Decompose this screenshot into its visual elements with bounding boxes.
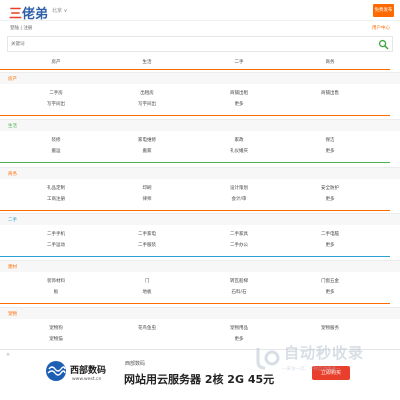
section-divider [0, 303, 390, 304]
city-selector[interactable]: 北京 ∨ [52, 7, 67, 14]
section-title[interactable]: 房产 [8, 76, 17, 82]
category-link[interactable]: 花鸟鱼虫 [138, 325, 156, 331]
login-register-links[interactable]: 登陆 | 注册 [10, 25, 32, 31]
section-title[interactable]: 建材 [8, 264, 17, 270]
category-link[interactable]: 写字间出 [47, 101, 65, 107]
category-link[interactable]: 出租房 [140, 90, 154, 96]
section-header: 商务 [0, 167, 400, 179]
category-link[interactable]: 印刷 [143, 185, 152, 191]
category-link[interactable]: 板 [54, 289, 59, 295]
category-link[interactable]: 石料/石 [231, 289, 246, 295]
category-link[interactable]: 地板 [143, 289, 152, 295]
category-link[interactable]: 门 [145, 278, 150, 284]
west-logo-icon [46, 361, 66, 381]
logo-part-2: 佬弟 [22, 7, 49, 22]
top-category-business[interactable]: 商务 [326, 59, 335, 65]
section-title[interactable]: 生活 [8, 123, 17, 129]
ad-small-text: 西部数码 [125, 361, 146, 367]
section-title[interactable]: 宠物 [8, 311, 17, 317]
section-title[interactable]: 商务 [8, 171, 17, 177]
divider-line [0, 69, 390, 70]
ad-headline: 网站用云服务器 2核 2G 45元 [124, 373, 275, 386]
category-link[interactable]: 搬运 [52, 148, 61, 154]
category-link[interactable]: 家政 [235, 137, 244, 143]
ad-banner[interactable]: × 西部数码 www.west.cn 西部数码 网站用云服务器 2核 2G 45… [0, 349, 400, 400]
category-link[interactable]: 门窗五金 [321, 278, 339, 284]
category-link[interactable]: 二手手机 [47, 231, 65, 237]
publish-button[interactable]: 免费发布 [373, 4, 394, 17]
category-link[interactable]: 更多 [235, 336, 244, 342]
category-link[interactable]: 转瓦船梯 [230, 278, 248, 284]
category-link[interactable]: 二手房 [49, 90, 63, 96]
category-link[interactable]: 二手服装 [138, 242, 156, 248]
section-header: 宠物 [0, 307, 400, 319]
category-link[interactable]: 二手办公 [230, 242, 248, 248]
search-input[interactable] [11, 40, 371, 49]
category-link[interactable]: 更多 [235, 101, 244, 107]
logo-part-1: 三 [9, 7, 23, 22]
category-link[interactable]: 宠物服务 [321, 325, 339, 331]
top-category-house[interactable]: 房产 [52, 59, 61, 65]
category-link[interactable]: 装修 [52, 137, 61, 143]
site-logo[interactable]: 三佬弟 [9, 3, 48, 22]
search-icon[interactable] [378, 39, 389, 50]
ad-brand-name: 西部数码 [70, 366, 107, 376]
category-link[interactable]: 礼仪婚庆 [230, 148, 248, 154]
category-link[interactable]: 会计/审 [231, 196, 246, 202]
account-bar: 登陆 | 注册 用户中心 [0, 21, 400, 35]
top-category-life[interactable]: 生活 [143, 59, 152, 65]
category-link[interactable]: 安全防护 [321, 185, 339, 191]
category-link[interactable]: 宠物用品 [230, 325, 248, 331]
category-link[interactable]: 家电维修 [138, 137, 156, 143]
section-header: 建材 [0, 260, 400, 272]
section-divider [0, 162, 390, 163]
category-link[interactable]: 二手家具 [230, 231, 248, 237]
category-link[interactable]: 二手电脑 [321, 231, 339, 237]
category-link[interactable]: 写字间出 [138, 101, 156, 107]
category-link[interactable]: 装饰材料 [47, 278, 65, 284]
category-link[interactable]: 更多 [326, 148, 335, 154]
category-link[interactable]: 律师 [143, 196, 152, 202]
search-bar [7, 36, 393, 52]
category-link[interactable]: 二手运动 [47, 242, 65, 248]
ad-close-icon[interactable]: × [6, 352, 10, 358]
section-divider [0, 115, 390, 116]
ad-brand-url: www.west.cn [72, 377, 102, 382]
category-link[interactable]: 礼品定制 [47, 185, 65, 191]
top-header: 三佬弟 北京 ∨ 免费发布 [0, 0, 400, 22]
category-link[interactable]: 宠物狗 [49, 325, 63, 331]
category-link[interactable]: 更多 [326, 289, 335, 295]
user-center-link[interactable]: 用户中心 [372, 25, 390, 31]
category-link[interactable]: 宠物猫 [49, 336, 63, 342]
section-title[interactable]: 二手 [8, 217, 17, 223]
section-header: 生活 [0, 119, 400, 131]
category-link[interactable]: 更多 [326, 242, 335, 248]
ad-buy-button[interactable]: 立即购买 [312, 366, 350, 380]
category-link[interactable]: 工商注册 [47, 196, 65, 202]
category-link[interactable]: 保洁 [326, 137, 335, 143]
section-divider [0, 256, 390, 257]
section-header: 房产 [0, 72, 400, 84]
category-link[interactable]: 商铺出售 [321, 90, 339, 96]
category-link[interactable]: 设计策划 [230, 185, 248, 191]
category-link[interactable]: 二手家电 [138, 231, 156, 237]
category-link[interactable]: 更多 [326, 196, 335, 202]
category-link[interactable]: 商铺出租 [230, 90, 248, 96]
top-category-secondhand[interactable]: 二手 [235, 59, 244, 65]
category-link[interactable]: 搬家 [143, 148, 152, 154]
top-category-nav: 房产 生活 二手 商务 [0, 56, 400, 68]
section-divider [0, 210, 390, 211]
section-header: 二手 [0, 213, 400, 225]
